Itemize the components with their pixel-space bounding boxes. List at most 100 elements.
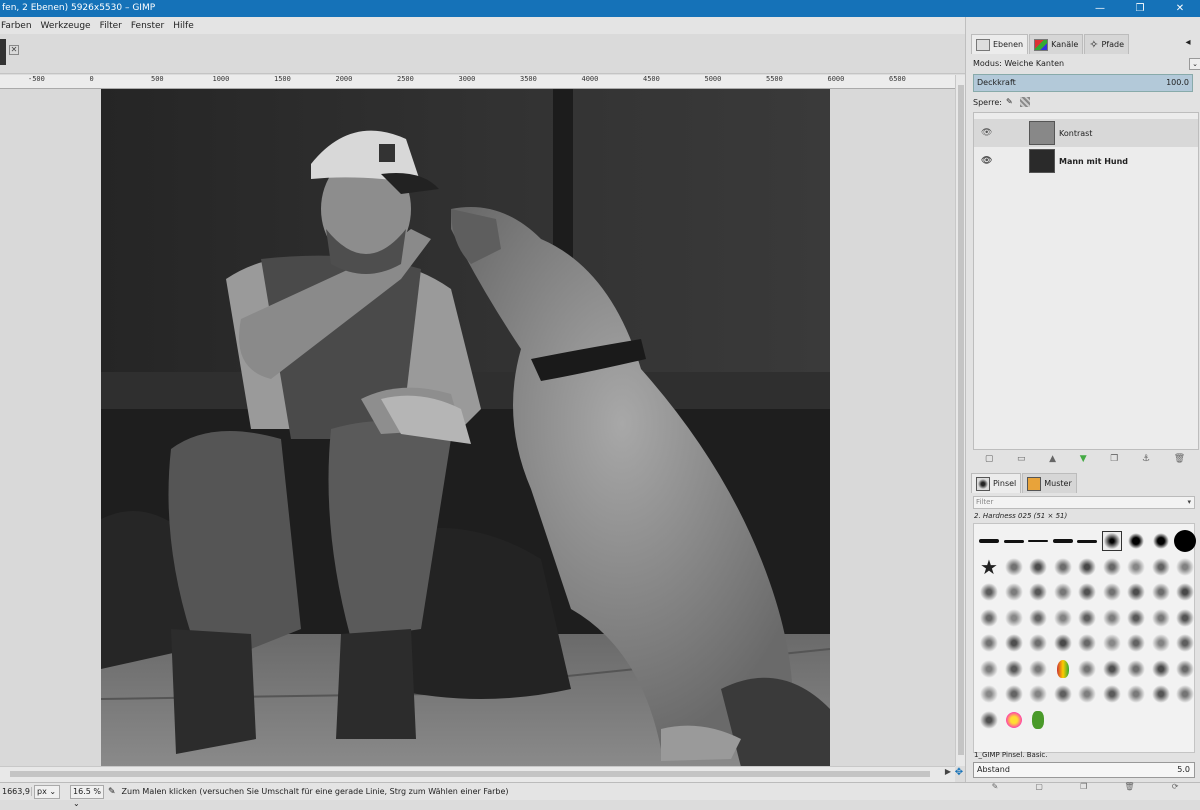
brush-preset[interactable] — [1174, 556, 1196, 578]
horizontal-ruler[interactable]: -500 0 500 1000 1500 2000 2500 3000 3500 4000 4500… — [0, 75, 955, 89]
maximize-button[interactable]: ❐ — [1120, 0, 1160, 17]
new-group-icon[interactable]: ▭ — [1017, 454, 1026, 468]
brush-preset[interactable] — [1003, 607, 1025, 629]
minimize-button[interactable]: — — [1080, 0, 1120, 17]
brush-preset[interactable] — [1101, 632, 1123, 654]
new-layer-icon[interactable]: ▢ — [985, 454, 994, 468]
spacing-slider[interactable]: Abstand 5.0 — [973, 762, 1195, 778]
tab-ebenen[interactable]: Ebenen — [971, 34, 1029, 54]
menu-fenster[interactable]: Fenster — [131, 21, 164, 31]
raise-layer-icon[interactable]: ▲ — [1049, 454, 1056, 468]
menu-werkzeuge[interactable]: Werkzeuge — [41, 21, 91, 31]
brush-preset[interactable] — [1150, 607, 1172, 629]
dock-menu-icon[interactable]: ◂ — [1182, 37, 1194, 49]
brush-preset[interactable] — [1076, 683, 1098, 705]
brush-preset[interactable] — [1174, 581, 1196, 603]
brush-preset[interactable] — [978, 658, 1000, 680]
brush-preset[interactable] — [1076, 581, 1098, 603]
brush-preset[interactable] — [1052, 683, 1074, 705]
brush-filter-input[interactable]: Filter ▾ — [973, 496, 1195, 509]
brush-preset[interactable] — [1076, 632, 1098, 654]
brush-preset[interactable] — [1076, 658, 1098, 680]
vertical-scrollbar[interactable] — [955, 75, 965, 766]
brush-preset[interactable] — [1003, 709, 1025, 731]
brush-preset[interactable] — [1101, 556, 1123, 578]
brush-preset[interactable] — [1174, 607, 1196, 629]
brush-preset[interactable] — [1174, 658, 1196, 680]
brush-preset[interactable] — [1150, 658, 1172, 680]
delete-layer-icon[interactable]: 🗑 — [1174, 454, 1185, 468]
brush-preset[interactable] — [978, 530, 1000, 552]
delete-brush-icon[interactable]: 🗑 — [1124, 782, 1134, 796]
brush-preset[interactable] — [1125, 632, 1147, 654]
brush-preset[interactable] — [1052, 607, 1074, 629]
image-tab-thumbnail[interactable] — [0, 39, 6, 65]
brush-preset[interactable] — [1027, 658, 1049, 680]
brush-preset[interactable] — [1125, 607, 1147, 629]
brush-preset[interactable] — [1027, 632, 1049, 654]
tab-pinsel[interactable]: Pinsel — [971, 473, 1022, 493]
menu-hilfe[interactable]: Hilfe — [173, 21, 193, 31]
vertical-scroll-thumb[interactable] — [958, 85, 964, 755]
menu-farben[interactable]: Farben — [1, 21, 32, 31]
image-canvas[interactable] — [101, 89, 830, 767]
brush-preset[interactable] — [1027, 709, 1049, 731]
brush-preset[interactable] — [978, 607, 1000, 629]
brush-preset[interactable] — [1052, 530, 1074, 552]
brush-preset[interactable] — [1101, 607, 1123, 629]
brush-preset[interactable] — [1125, 556, 1147, 578]
brush-preset[interactable] — [978, 632, 1000, 654]
brush-preset[interactable] — [1003, 556, 1025, 578]
brush-preset[interactable] — [1150, 683, 1172, 705]
brush-preset[interactable] — [978, 683, 1000, 705]
refresh-brushes-icon[interactable]: ⟳ — [1172, 782, 1179, 796]
zoom-select[interactable]: 16.5 % ⌄ — [70, 784, 104, 808]
new-brush-icon[interactable]: ▢ — [1035, 782, 1043, 796]
brush-preset[interactable] — [1101, 658, 1123, 680]
brush-preset[interactable] — [1052, 581, 1074, 603]
brush-preset[interactable] — [1125, 683, 1147, 705]
brush-preset[interactable] — [1027, 607, 1049, 629]
scroll-right-icon[interactable]: ▶ — [945, 767, 951, 776]
brush-preset[interactable] — [1150, 556, 1172, 578]
navigate-icon[interactable]: ✥ — [953, 767, 965, 781]
brush-preset[interactable] — [1052, 632, 1074, 654]
brush-preset[interactable] — [1052, 658, 1074, 680]
brush-preset[interactable] — [1174, 683, 1196, 705]
edit-brush-icon[interactable]: ✎ — [992, 782, 999, 796]
lock-pixels-icon[interactable]: ✎ — [1006, 97, 1016, 107]
brush-preset[interactable] — [1174, 632, 1196, 654]
opacity-slider[interactable]: Deckkraft 100.0 — [973, 74, 1193, 92]
brush-preset[interactable] — [1003, 683, 1025, 705]
chevron-down-icon[interactable]: ⌄ — [1189, 58, 1200, 70]
brush-preset[interactable] — [1003, 658, 1025, 680]
layer-row-kontrast[interactable]: 👁 Kontrast — [974, 119, 1198, 147]
brush-preset[interactable] — [1003, 581, 1025, 603]
horizontal-scroll-thumb[interactable] — [10, 771, 930, 777]
brush-preset[interactable] — [1003, 632, 1025, 654]
brush-preset[interactable] — [1076, 607, 1098, 629]
anchor-layer-icon[interactable]: ⚓ — [1142, 454, 1150, 468]
brush-preset[interactable] — [1101, 581, 1123, 603]
brush-preset[interactable] — [1076, 556, 1098, 578]
lock-alpha-icon[interactable] — [1019, 97, 1030, 107]
layer-row-mann-mit-hund[interactable]: 👁 Mann mit Hund — [974, 147, 1198, 175]
brush-preset[interactable] — [1101, 683, 1123, 705]
brush-preset[interactable] — [1150, 581, 1172, 603]
menu-filter[interactable]: Filter — [100, 21, 122, 31]
brush-preset[interactable] — [1125, 658, 1147, 680]
brush-preset[interactable] — [1150, 530, 1172, 552]
tab-pfade[interactable]: ✧ Pfade — [1084, 34, 1130, 54]
eye-icon[interactable]: 👁 — [981, 156, 993, 166]
eye-icon[interactable]: 👁 — [981, 128, 993, 138]
brush-preset[interactable] — [1150, 632, 1172, 654]
brush-preset[interactable] — [1027, 581, 1049, 603]
duplicate-layer-icon[interactable]: ❐ — [1110, 454, 1118, 468]
unit-select[interactable]: px ⌄ — [34, 784, 60, 799]
close-button[interactable]: ✕ — [1160, 0, 1200, 17]
selected-brush-preset[interactable] — [1101, 530, 1123, 552]
duplicate-brush-icon[interactable]: ❐ — [1080, 782, 1087, 796]
chevron-down-icon[interactable]: ▾ — [1187, 497, 1191, 508]
brush-preset[interactable] — [1125, 530, 1147, 552]
brush-preset[interactable] — [1125, 581, 1147, 603]
